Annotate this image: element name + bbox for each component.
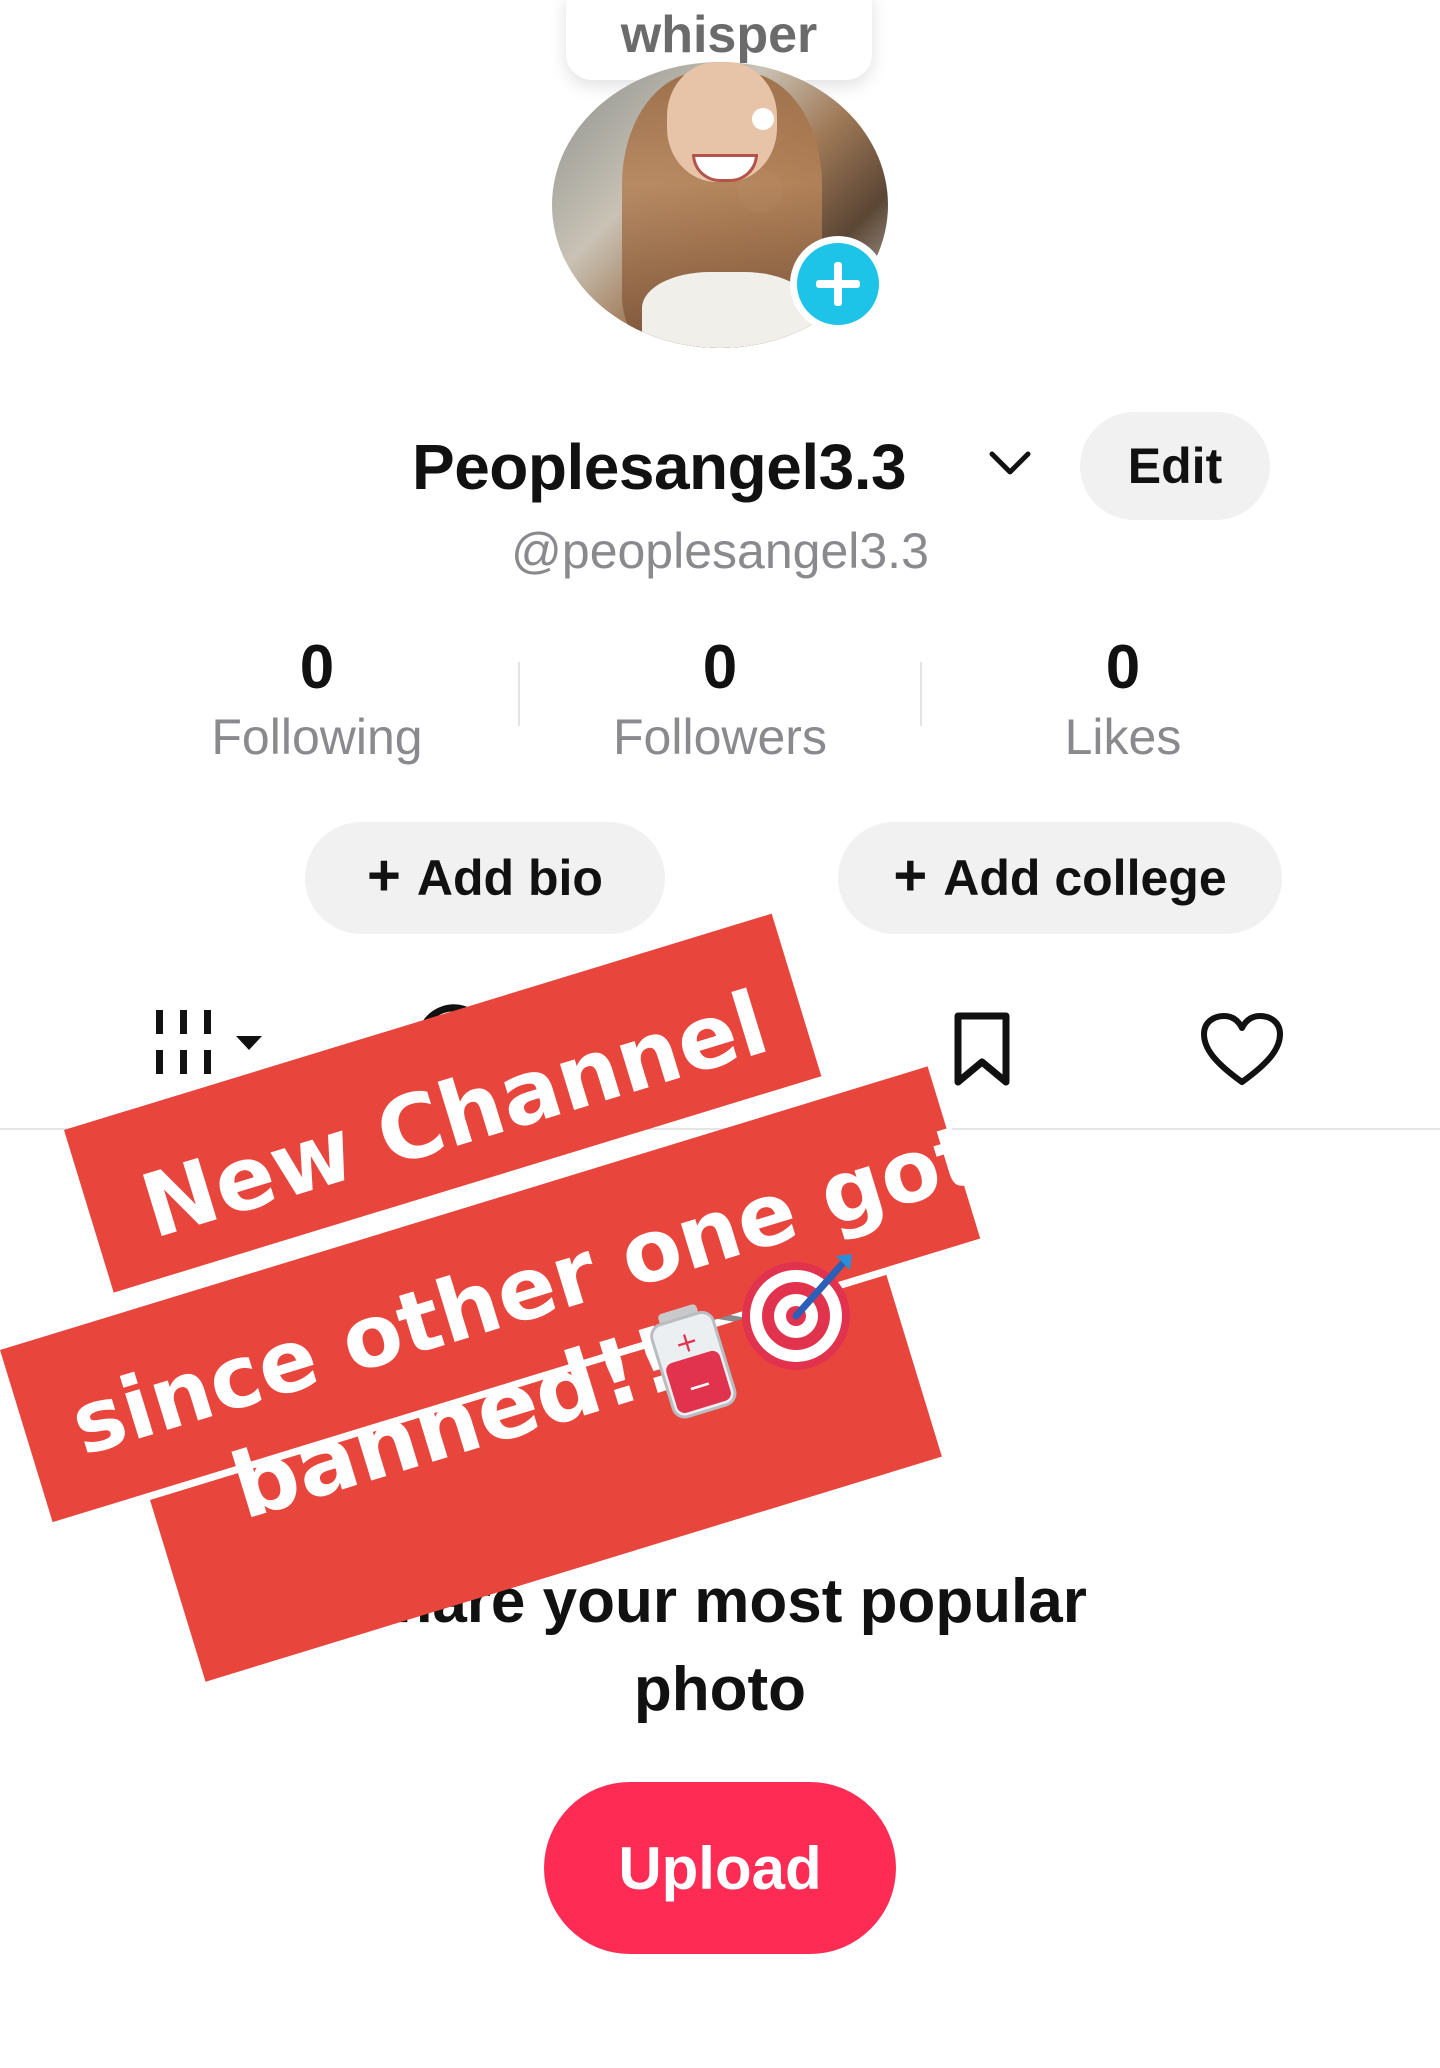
plus-icon <box>816 262 860 306</box>
stat-divider <box>920 662 922 726</box>
followers-count: 0 <box>702 633 738 702</box>
likes-count: 0 <box>1105 633 1141 702</box>
whisper-label: whisper <box>620 6 818 64</box>
following-label: Following <box>211 709 423 765</box>
following-count: 0 <box>299 633 335 702</box>
tab-liked[interactable] <box>1200 1012 1284 1093</box>
display-name[interactable]: Peoplesangel3.3 <box>412 430 907 504</box>
add-college-label: Add college <box>943 850 1227 906</box>
add-bio-label: Add bio <box>416 850 603 906</box>
likes-label: Likes <box>1064 709 1182 765</box>
plus-icon: + <box>893 842 928 908</box>
upload-button[interactable]: Upload <box>544 1782 896 1954</box>
tab-saved[interactable] <box>950 1010 1014 1095</box>
plus-icon: + <box>367 842 401 908</box>
add-college-button[interactable]: + Add college <box>838 822 1282 934</box>
stat-likes[interactable]: 0 Likes <box>963 628 1283 766</box>
username-handle: @peoplesangel3.3 <box>511 523 929 579</box>
heart-icon <box>1201 1013 1283 1085</box>
stat-divider <box>518 662 520 726</box>
target-icon <box>742 1254 852 1370</box>
followers-label: Followers <box>613 709 827 765</box>
stat-following[interactable]: 0 Following <box>157 628 477 766</box>
bookmark-icon <box>954 1012 1010 1086</box>
add-avatar-button[interactable] <box>790 236 886 332</box>
empty-state-title-line2: photo <box>633 1655 807 1724</box>
stat-followers[interactable]: 0 Followers <box>560 628 880 766</box>
add-bio-button[interactable]: + Add bio <box>305 822 665 934</box>
chevron-down-icon[interactable] <box>988 448 1032 478</box>
edit-profile-button[interactable]: Edit <box>1080 412 1270 520</box>
battery-icon: + − <box>650 1304 737 1419</box>
avatar-indicator-dot <box>752 108 774 130</box>
